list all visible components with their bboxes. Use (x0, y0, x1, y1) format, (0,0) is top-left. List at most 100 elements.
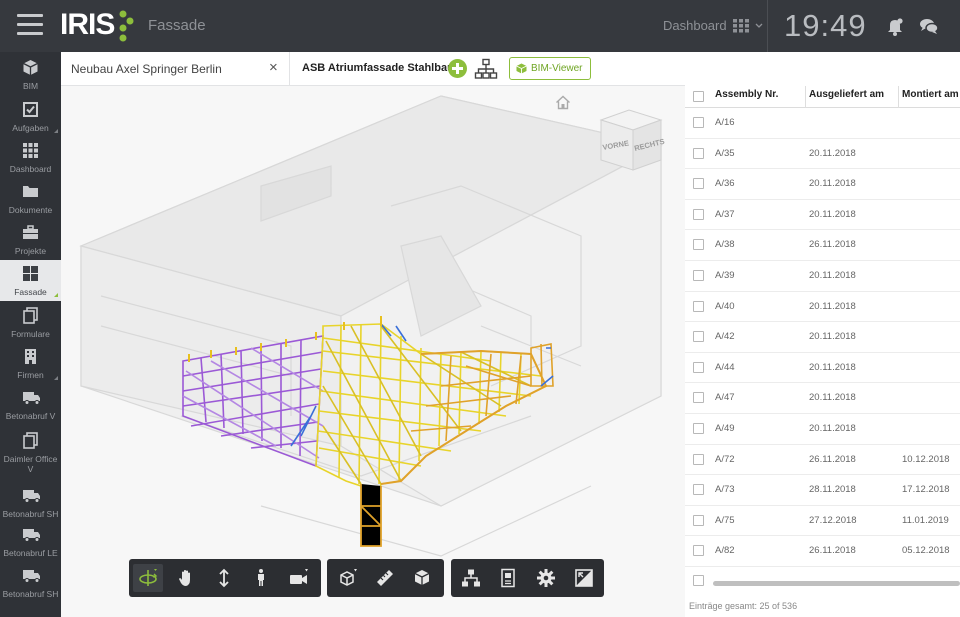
sidebar-item-dokumente[interactable]: Dokumente (0, 178, 61, 219)
settings-button[interactable] (531, 564, 561, 592)
cell-delivered-date: 20.11.2018 (809, 392, 856, 404)
sidebar-item-betonabruf-sh-2[interactable]: Betonabruf SH (0, 562, 61, 603)
sidebar-item-firmen[interactable]: Firmen (0, 343, 61, 384)
row-checkbox[interactable] (693, 300, 704, 312)
row-checkbox[interactable] (693, 208, 704, 220)
cell-delivered-date: 20.11.2018 (809, 331, 856, 343)
assembly-table-panel: Assembly Nr. Ausgeliefert am Montiert am… (685, 86, 960, 617)
sidebar-item-betonabruf-sh[interactable]: Betonabruf SH (0, 482, 61, 523)
cell-delivered-date: 26.11.2018 (809, 453, 856, 465)
sidebar-item-betonabruf-le[interactable]: Betonabruf LE (0, 521, 61, 562)
row-checkbox[interactable] (693, 239, 704, 251)
table-row[interactable]: A/39 20.11.2018 (685, 261, 960, 292)
sidebar-item-fassade[interactable]: Fassade (0, 260, 61, 301)
measure-ruler-icon (377, 570, 393, 586)
bim-viewer-button[interactable]: BIM-Viewer (509, 57, 591, 80)
table-row[interactable]: A/35 20.11.2018 (685, 139, 960, 170)
column-header-delivered[interactable]: Ausgeliefert am (809, 89, 884, 100)
expand-corner-icon (54, 376, 58, 380)
row-checkbox[interactable] (693, 178, 704, 190)
table-row[interactable]: A/36 20.11.2018 (685, 169, 960, 200)
sidebar-item-label: Betonabruf SH (2, 589, 59, 599)
sidebar-item-label: Dokumente (8, 205, 53, 215)
folder-icon (23, 186, 38, 197)
row-checkbox[interactable] (693, 361, 704, 373)
row-checkbox[interactable] (693, 331, 704, 343)
tab-facade[interactable]: ASB Atriumfassade Stahlbau (302, 62, 454, 74)
table-row[interactable]: A/42 20.11.2018 (685, 322, 960, 353)
divider (767, 0, 768, 52)
walk-button[interactable] (246, 564, 276, 592)
truck-icon (23, 570, 40, 583)
select-all-checkbox[interactable] (693, 91, 704, 102)
table-row[interactable]: A/44 20.11.2018 (685, 353, 960, 384)
horizontal-scrollbar[interactable] (713, 581, 960, 586)
sidebar-item-betonabruf-v[interactable]: Betonabruf V (0, 384, 61, 425)
properties-button[interactable] (493, 564, 523, 592)
sidebar-item-aufgaben[interactable]: Aufgaben (0, 96, 61, 137)
sidebar-item-label: Betonabruf V (5, 411, 56, 421)
explode-button[interactable] (333, 564, 363, 592)
sidebar-item-bim[interactable]: BIM (0, 54, 61, 95)
sidebar-item-dashboard[interactable]: Dashboard (0, 137, 61, 178)
sidebar-item-projekte[interactable]: Projekte (0, 219, 61, 260)
row-checkbox[interactable] (693, 270, 704, 281)
checkbox-icon (23, 102, 38, 117)
camera-button[interactable] (284, 564, 314, 592)
table-row[interactable]: A/37 20.11.2018 (685, 200, 960, 231)
chat-icon[interactable] (918, 15, 940, 37)
table-row[interactable]: A/49 20.11.2018 (685, 414, 960, 445)
home-icon[interactable] (555, 95, 571, 110)
orbit-button[interactable] (133, 564, 163, 592)
row-checkbox[interactable] (693, 423, 704, 434)
column-header-mounted[interactable]: Montiert am (902, 89, 959, 100)
view-cube[interactable]: VORNE RECHTS (595, 106, 667, 178)
cell-delivered-date: 20.11.2018 (809, 361, 856, 373)
fullscreen-button[interactable] (569, 564, 599, 592)
bim-viewer-canvas[interactable]: VORNE RECHTS (61, 86, 685, 617)
table-row[interactable]: A/40 20.11.2018 (685, 292, 960, 323)
table-row[interactable]: A/47 20.11.2018 (685, 383, 960, 414)
table-row[interactable]: A/16 (685, 108, 960, 139)
dashboard-menu[interactable]: Dashboard (663, 18, 763, 33)
table-row[interactable]: A/72 26.11.2018 10.12.2018 (685, 445, 960, 476)
column-header-assembly[interactable]: Assembly Nr. (715, 89, 778, 100)
section-box-button[interactable] (407, 564, 437, 592)
grid-icon (23, 143, 38, 158)
sidebar-item-daimler-office[interactable]: Daimler Office V (0, 427, 61, 475)
row-checkbox[interactable] (693, 117, 704, 128)
hierarchy-icon[interactable] (474, 58, 498, 80)
table-row[interactable]: A/75 27.12.2018 11.01.2019 (685, 506, 960, 537)
table-header: Assembly Nr. Ausgeliefert am Montiert am (685, 86, 960, 108)
sidebar-item-formulare[interactable]: Formulare (0, 302, 61, 343)
cell-delivered-date: 27.12.2018 (809, 514, 857, 526)
model-tree-icon (462, 569, 480, 587)
row-checkbox[interactable] (693, 514, 704, 526)
sidebar-item-label: Betonabruf LE (3, 548, 58, 558)
bell-icon[interactable] (884, 15, 906, 37)
settings-gear-icon (537, 569, 555, 587)
row-checkbox[interactable] (693, 453, 704, 465)
pan-button[interactable] (171, 564, 201, 592)
close-icon[interactable]: × (269, 59, 278, 76)
add-button[interactable] (448, 59, 467, 78)
row-checkbox[interactable] (693, 575, 704, 586)
app-name: Fassade (148, 17, 206, 34)
truck-icon (23, 392, 40, 405)
row-checkbox[interactable] (693, 484, 704, 496)
truck-icon (23, 490, 40, 503)
hamburger-menu-icon[interactable] (17, 14, 43, 36)
table-row[interactable]: A/82 26.11.2018 05.12.2018 (685, 536, 960, 567)
zoom-button[interactable] (209, 564, 239, 592)
table-row[interactable]: A/73 28.11.2018 17.12.2018 (685, 475, 960, 506)
row-checkbox[interactable] (693, 392, 704, 404)
measure-button[interactable] (370, 564, 400, 592)
column-separator (898, 86, 899, 108)
cell-delivered-date: 26.11.2018 (809, 545, 856, 557)
row-checkbox[interactable] (693, 545, 704, 557)
row-checkbox[interactable] (693, 147, 704, 159)
tab-project[interactable]: Neubau Axel Springer Berlin × (61, 52, 290, 86)
view-settings-toolbar (451, 559, 604, 597)
model-tree-button[interactable] (456, 564, 486, 592)
table-row[interactable]: A/38 26.11.2018 (685, 230, 960, 261)
